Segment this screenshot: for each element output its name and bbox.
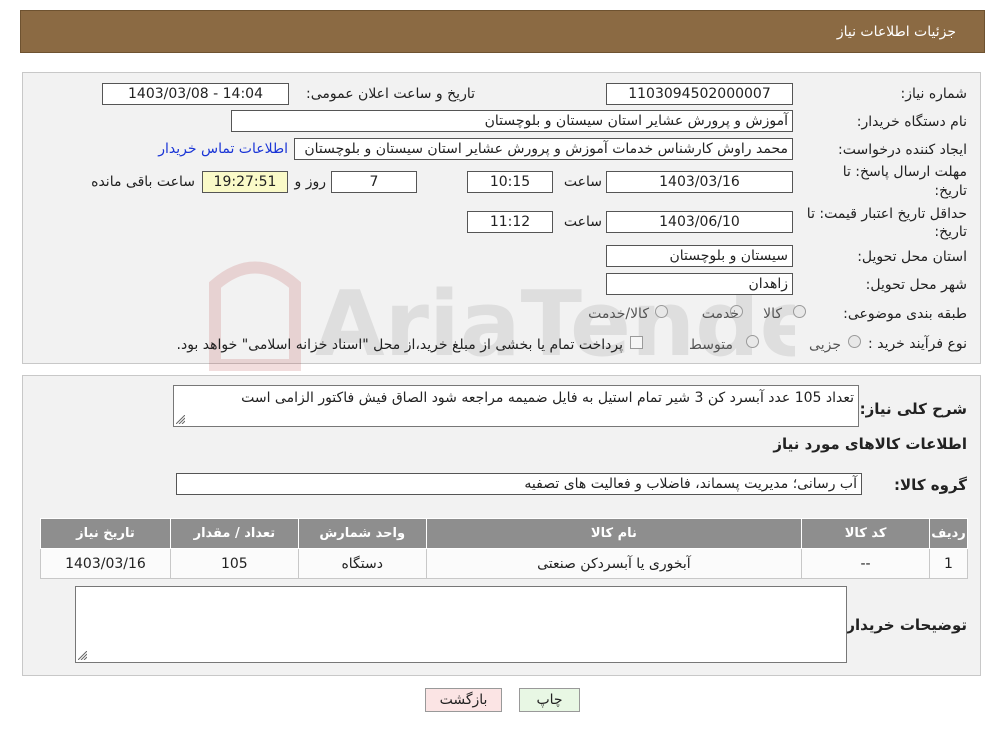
creator-label: ایجاد کننده درخواست: [838, 142, 967, 158]
category-label: طبقه بندی موضوعی: [843, 306, 967, 322]
resize-handle-icon[interactable] [176, 415, 185, 424]
validity-time-label: ساعت [563, 214, 602, 230]
category-option-service: خدمت [701, 306, 739, 322]
validity-date-field: 1403/06/10 [606, 211, 793, 233]
announce-label: تاریخ و ساعت اعلان عمومی: [306, 86, 475, 102]
validity-time-field: 11:12 [467, 211, 553, 233]
table-row: 1403/03/16 105 دستگاه آبخوری یا آبسردکن … [40, 548, 969, 579]
col-quantity: تعداد / مقدار [169, 518, 299, 549]
buyer-notes-label: توضیحات خریدار: [840, 616, 967, 634]
buyer-org-field: آموزش و پرورش عشایر استان سیستان و بلوچس… [231, 110, 793, 132]
process-radio-minor[interactable] [848, 335, 861, 348]
deadline-date-field: 1403/03/16 [606, 171, 793, 193]
page-header: جزئیات اطلاعات نیاز [20, 10, 985, 53]
category-radio-goods[interactable] [793, 305, 806, 318]
province-field: سیستان و بلوچستان [606, 245, 793, 267]
description-label: شرح کلی نیاز: [859, 400, 967, 418]
cell-unit: دستگاه [297, 548, 427, 579]
buyer-contact-link[interactable]: اطلاعات تماس خریدار [158, 141, 288, 157]
goods-group-field: آب رسانی؛ مدیریت پسماند، فاضلاب و فعالیت… [176, 473, 862, 495]
city-field: زاهدان [606, 273, 793, 295]
days-field: 7 [331, 171, 417, 193]
process-option-medium: متوسط [689, 337, 733, 353]
deadline-label-date: تاریخ: [934, 183, 967, 199]
remaining-label: ساعت باقی مانده [91, 174, 195, 190]
table-header-row: تاریخ نیاز تعداد / مقدار واحد شمارش نام … [40, 518, 969, 549]
deadline-label: مهلت ارسال پاسخ: تا [842, 164, 967, 180]
creator-field: محمد راوش کارشناس خدمات آموزش و پرورش عش… [294, 138, 793, 160]
description-textarea[interactable]: تعداد 105 عدد آبسرد کن 3 شیر تمام استیل … [173, 385, 859, 427]
goods-table: تاریخ نیاز تعداد / مقدار واحد شمارش نام … [40, 518, 969, 579]
cell-row-number: 1 [928, 548, 969, 579]
need-number-label: شماره نیاز: [900, 86, 968, 102]
print-button[interactable]: چاپ [519, 688, 580, 712]
cell-quantity: 105 [169, 548, 299, 579]
treasury-checkbox[interactable] [630, 336, 643, 349]
process-radio-medium[interactable] [746, 335, 759, 348]
cell-need-date: 1403/03/16 [40, 548, 171, 579]
col-row-number: ردیف [928, 518, 969, 549]
process-label: نوع فرآیند خرید : [868, 336, 967, 352]
col-need-date: تاریخ نیاز [40, 518, 171, 549]
buyer-org-label: نام دستگاه خریدار: [856, 114, 967, 130]
validity-label-date: تاریخ: [934, 224, 967, 240]
category-option-goods: کالا [763, 306, 782, 322]
days-label: روز و [294, 174, 327, 190]
cell-goods-name: آبخوری یا آبسردکن صنعتی [425, 548, 803, 579]
need-number-field: 1103094502000007 [606, 83, 793, 105]
process-option-minor: جزیی [809, 337, 841, 353]
validity-label: حداقل تاریخ اعتبار قیمت: تا [806, 206, 967, 222]
col-goods-code: کد کالا [801, 518, 930, 549]
announce-datetime-field: 1403/03/08 - 14:04 [102, 83, 289, 105]
col-unit: واحد شمارش [297, 518, 427, 549]
goods-group-label: گروه کالا: [894, 476, 967, 494]
resize-handle-icon[interactable] [78, 651, 87, 660]
province-label: استان محل تحویل: [857, 249, 967, 265]
city-label: شهر محل تحویل: [865, 277, 967, 293]
goods-section-title: اطلاعات کالاهای مورد نیاز [773, 435, 967, 453]
category-radio-goods-service[interactable] [655, 305, 668, 318]
process-note: پرداخت تمام یا بخشی از مبلغ خرید،از محل … [176, 337, 623, 353]
buyer-notes-textarea[interactable] [75, 586, 847, 663]
deadline-time-field: 10:15 [467, 171, 553, 193]
deadline-time-label: ساعت [563, 174, 602, 190]
remaining-time-field: 19:27:51 [202, 171, 288, 193]
col-goods-name: نام کالا [425, 518, 803, 549]
cell-goods-code: -- [801, 548, 930, 579]
back-button[interactable]: بازگشت [425, 688, 502, 712]
description-text: تعداد 105 عدد آبسرد کن 3 شیر تمام استیل … [241, 390, 854, 406]
page-title: جزئیات اطلاعات نیاز [836, 24, 956, 40]
category-option-goods-service: کالا/خدمت [588, 306, 649, 322]
